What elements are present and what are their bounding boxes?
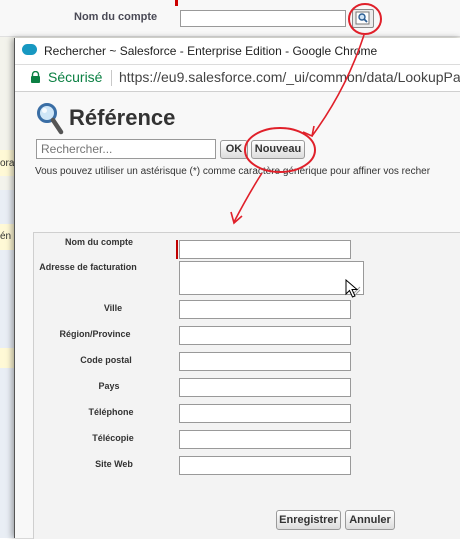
lookup-icon	[355, 11, 370, 25]
background-text-fragment: én	[0, 231, 12, 242]
lookup-popup-window: Rechercher ~ Salesforce - Enterprise Edi…	[14, 38, 460, 539]
address-separator	[111, 70, 112, 86]
background-text-fragment: ora	[0, 158, 15, 169]
website-input[interactable]	[179, 456, 351, 475]
window-title: Rechercher ~ Salesforce - Enterprise Edi…	[44, 44, 378, 58]
region-input[interactable]	[179, 326, 351, 345]
address-bar[interactable]: Sécurisé https://eu9.salesforce.com/_ui/…	[15, 65, 460, 92]
billing-address-textarea[interactable]	[179, 261, 364, 295]
background-required-marker	[175, 0, 178, 6]
city-input[interactable]	[179, 300, 351, 319]
country-input[interactable]	[179, 378, 351, 397]
field-label-fax: Télécopie	[92, 433, 134, 443]
save-button[interactable]: Enregistrer	[276, 510, 341, 530]
phone-input[interactable]	[179, 404, 351, 423]
magnifier-icon	[37, 103, 64, 135]
fax-input[interactable]	[179, 430, 351, 449]
background-account-name-field[interactable]	[180, 10, 346, 27]
lookup-content: Référence OK Nouveau Vous pouvez utilise…	[15, 92, 460, 539]
new-account-form: Nom du compte Adresse de facturation Vil…	[33, 232, 460, 539]
new-button[interactable]: Nouveau	[251, 140, 305, 159]
postal-code-input[interactable]	[179, 352, 351, 371]
url-text[interactable]: https://eu9.salesforce.com/_ui/common/da…	[119, 69, 460, 85]
page-title: Référence	[69, 105, 176, 130]
mouse-cursor-icon	[345, 279, 359, 298]
ok-button[interactable]: OK	[220, 140, 248, 159]
lookup-button[interactable]	[352, 9, 374, 28]
cancel-button[interactable]: Annuler	[345, 510, 395, 530]
wildcard-hint: Vous pouvez utiliser un astérisque (*) c…	[35, 166, 431, 177]
field-label-region: Région/Province	[59, 329, 131, 339]
account-name-input[interactable]	[179, 240, 351, 259]
field-label-billing-address: Adresse de facturation	[39, 262, 137, 272]
field-label-city: Ville	[103, 303, 123, 313]
window-titlebar[interactable]: Rechercher ~ Salesforce - Enterprise Edi…	[15, 38, 460, 65]
background-account-name-label: Nom du compte	[74, 11, 158, 23]
field-label-country: Pays	[98, 381, 120, 391]
lock-icon	[31, 71, 40, 83]
secure-label: Sécurisé	[48, 69, 103, 85]
field-label-phone: Téléphone	[88, 407, 134, 417]
field-label-postal-code: Code postal	[80, 355, 132, 365]
required-marker	[176, 240, 178, 259]
field-label-website: Site Web	[95, 459, 133, 469]
background-band	[0, 348, 14, 368]
field-label-account-name: Nom du compte	[64, 237, 133, 247]
search-input[interactable]	[36, 139, 216, 159]
salesforce-cloud-icon	[22, 44, 37, 55]
